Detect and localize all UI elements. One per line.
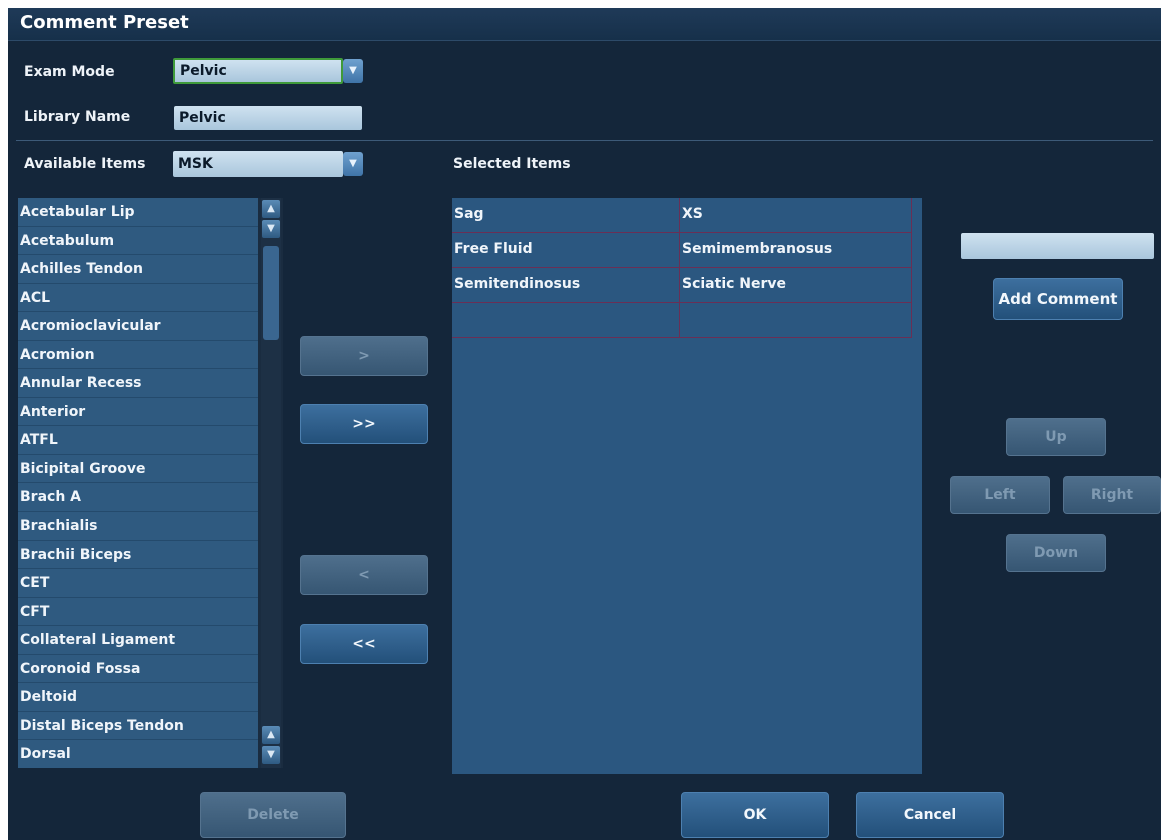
add-all-button[interactable]: >> [300, 404, 428, 444]
list-item[interactable]: CFT [18, 597, 258, 627]
ok-button[interactable]: OK [681, 792, 829, 838]
scroll-down-icon[interactable]: ▼ [262, 746, 280, 764]
list-item[interactable]: Acetabulum [18, 226, 258, 256]
selected-item-cell[interactable]: Sag [452, 198, 680, 233]
list-item[interactable]: Bicipital Groove [18, 454, 258, 484]
list-item[interactable]: Brachii Biceps [18, 540, 258, 570]
scroll-thumb[interactable] [263, 246, 279, 340]
selected-item-cell[interactable] [452, 303, 680, 338]
available-items-value: MSK [173, 151, 343, 177]
available-items-list: Acetabular Lip Acetabulum Achilles Tendon A… [18, 198, 283, 768]
left-button[interactable]: Left [950, 476, 1050, 514]
selected-item-cell[interactable]: Free Fluid [452, 233, 680, 268]
remove-all-button[interactable]: << [300, 624, 428, 664]
list-item[interactable]: Coronoid Fossa [18, 654, 258, 684]
list-item[interactable]: Anterior [18, 397, 258, 427]
available-items-dropdown[interactable]: MSK ▼ [173, 151, 363, 177]
up-button[interactable]: Up [1006, 418, 1106, 456]
selected-item-cell[interactable] [680, 303, 912, 338]
scroll-down-icon[interactable]: ▼ [262, 220, 280, 238]
chevron-down-icon[interactable]: ▼ [343, 152, 363, 176]
list-item[interactable]: Distal Biceps Tendon [18, 711, 258, 741]
scroll-up-icon[interactable]: ▲ [262, 726, 280, 744]
list-item[interactable]: Brachialis [18, 512, 258, 541]
comment-preset-dialog: Comment Preset Exam Mode Pelvic ▼ Librar… [8, 8, 1161, 840]
comment-text-input[interactable] [961, 233, 1154, 259]
list-item[interactable]: ATFL [18, 426, 258, 455]
exam-mode-label: Exam Mode [24, 64, 115, 80]
list-item[interactable]: Dorsal [18, 740, 258, 768]
selected-item-cell[interactable]: XS [680, 198, 912, 233]
selected-item-cell[interactable]: Sciatic Nerve [680, 268, 912, 303]
list-item[interactable]: CET [18, 569, 258, 598]
list-item[interactable]: Acetabular Lip [18, 198, 258, 227]
selected-item-cell[interactable]: Semitendinosus [452, 268, 680, 303]
scroll-up-icon[interactable]: ▲ [262, 200, 280, 218]
list-item[interactable]: Deltoid [18, 683, 258, 712]
add-comment-button[interactable]: Add Comment [993, 278, 1123, 320]
remove-one-button[interactable]: < [300, 555, 428, 595]
selected-items-table: Sag XS Free Fluid Semimembranosus Semitendin… [452, 198, 922, 774]
delete-button[interactable]: Delete [200, 792, 346, 838]
selected-items-label: Selected Items [453, 156, 571, 172]
list-item[interactable]: Annular Recess [18, 369, 258, 398]
list-item[interactable]: Acromioclavicular [18, 312, 258, 341]
list-item[interactable]: Acromion [18, 340, 258, 370]
cancel-button[interactable]: Cancel [856, 792, 1004, 838]
right-button[interactable]: Right [1063, 476, 1161, 514]
exam-mode-dropdown[interactable]: Pelvic ▼ [173, 58, 363, 84]
library-name-label: Library Name [24, 109, 131, 125]
available-items-rows: Acetabular Lip Acetabulum Achilles Tendon A… [18, 198, 258, 768]
separator [16, 140, 1153, 141]
add-one-button[interactable]: > [300, 336, 428, 376]
title-bar: Comment Preset [8, 8, 1161, 41]
selected-item-cell[interactable]: Semimembranosus [680, 233, 912, 268]
down-button[interactable]: Down [1006, 534, 1106, 572]
list-item[interactable]: Collateral Ligament [18, 626, 258, 655]
list-item[interactable]: ACL [18, 283, 258, 313]
list-item[interactable]: Achilles Tendon [18, 255, 258, 284]
dialog-title: Comment Preset [20, 12, 189, 33]
library-name-input[interactable]: Pelvic [174, 106, 362, 130]
chevron-down-icon[interactable]: ▼ [343, 59, 363, 83]
exam-mode-value: Pelvic [173, 58, 343, 84]
list-item[interactable]: Brach A [18, 483, 258, 513]
available-items-label: Available Items [24, 156, 146, 172]
list-scrollbar[interactable]: ▲ ▼ ▲ ▼ [261, 198, 281, 768]
